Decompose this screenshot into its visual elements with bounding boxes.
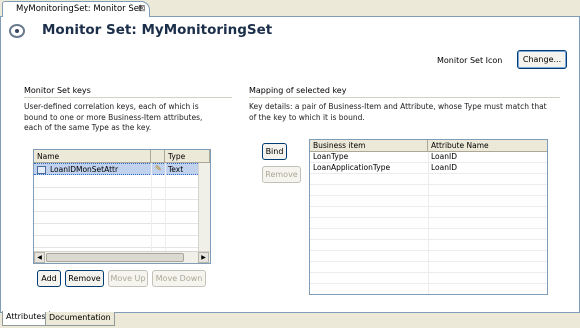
keys-desc-line: each of the same Type as the key. [24,123,152,132]
editor-tab-title: MyMonitoringSet: Monitor Set [16,4,143,14]
key-name-cell: LoanIDMonSetAttr [50,165,119,174]
mapping-table-header: Business item Attribute Name [310,140,547,152]
vertical-scrollbar[interactable] [198,163,210,251]
mapping-desc-line: Key details: a pair of Business-Item and… [249,102,547,111]
mapping-section-description: Key details: a pair of Business-Item and… [249,102,571,123]
scroll-left-icon[interactable]: ◀ [34,252,45,263]
attribute-name-cell: LoanID [431,152,457,161]
remove-mapping-button[interactable]: Remove [262,166,301,183]
column-divider [165,163,166,251]
column-header-attribute-name[interactable]: Attribute Name [428,140,547,152]
bind-button[interactable]: Bind [262,143,287,160]
column-divider [151,163,152,251]
column-header-type[interactable]: Type [165,150,210,163]
attribute-name-cell: LoanID [431,163,457,172]
scrollbar-thumb[interactable] [46,253,184,262]
column-header-business-item[interactable]: Business item [310,140,428,152]
table-row [34,188,198,200]
keys-section-divider [24,97,232,98]
table-row[interactable]: LoanIDMonSetAttr ✎ Text [34,163,198,175]
mapping-table[interactable]: Business item Attribute Name LoanType Lo… [309,139,548,295]
horizontal-scrollbar[interactable]: ◀ ▶ [34,251,210,263]
table-row [34,212,198,224]
mapping-section-title: Mapping of selected key [249,86,347,95]
mapping-section-divider [249,97,560,98]
table-row [34,224,198,236]
key-type-cell: Text [168,165,184,174]
close-icon[interactable]: ⊠ [138,3,146,15]
move-down-button[interactable]: Move Down [152,270,206,287]
remove-key-button[interactable]: Remove [65,270,104,287]
table-row [34,176,198,188]
column-header-spacer [151,150,165,163]
add-key-button[interactable]: Add [37,270,61,287]
keys-desc-line: User-defined correlation keys, each of w… [24,102,199,111]
column-header-name[interactable]: Name [34,150,151,163]
table-row [34,236,198,248]
key-attribute-icon [37,166,46,174]
monitor-set-icon [9,24,25,38]
keys-section-title: Monitor Set keys [24,86,91,95]
business-item-cell: LoanApplicationType [313,163,391,172]
tab-attributes[interactable]: Attributes [2,311,50,326]
edit-pencil-icon[interactable]: ✎ [155,164,162,173]
page-title: Monitor Set: MyMonitoringSet [42,22,273,38]
keys-section-description: User-defined correlation keys, each of w… [24,102,244,134]
business-item-cell: LoanType [313,152,349,161]
scroll-right-icon[interactable]: ▶ [198,252,209,263]
change-icon-button[interactable]: Change... [517,50,567,69]
table-row [34,200,198,212]
column-divider [428,152,429,294]
keys-table-header: Name Type [34,150,210,163]
move-up-button[interactable]: Move Up [108,270,148,287]
keys-table[interactable]: Name Type LoanIDMonSetAttr ✎ Text ◀ ▶ [33,149,211,264]
tab-documentation[interactable]: Documentation [45,312,115,326]
editor-tab[interactable]: MyMonitoringSet: Monitor Set ⊠ [2,1,150,17]
monitor-set-icon-label: Monitor Set Icon [437,56,503,65]
mapping-desc-line: of the key to which it is bound. [249,112,365,122]
keys-desc-line: bound to one or more Business-Item attri… [24,112,203,122]
